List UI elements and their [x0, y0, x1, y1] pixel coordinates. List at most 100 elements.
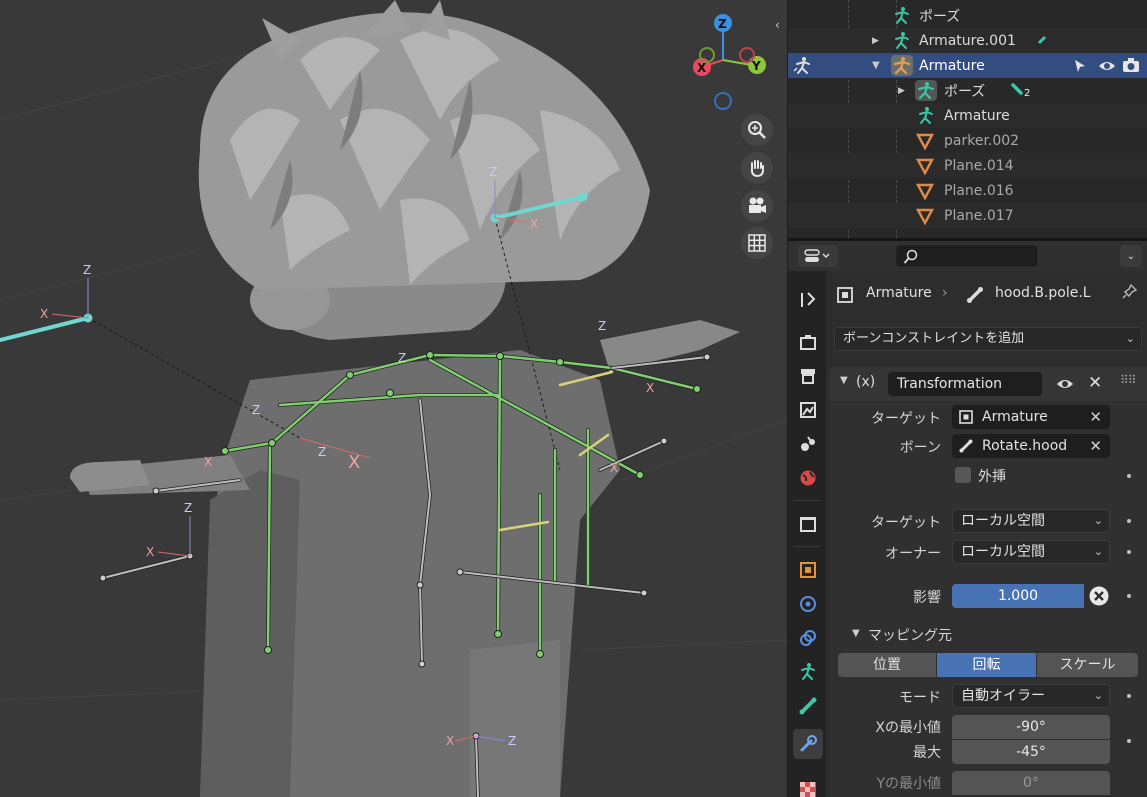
- outliner-row[interactable]: Plane.017: [788, 203, 1147, 228]
- chevron-down-icon[interactable]: ⌄: [1120, 245, 1142, 267]
- animate-property-dot[interactable]: [1127, 694, 1131, 698]
- constraint-body: ターゲット Armature ✕ ボーン Rotate.hood ✕ 外挿 ター…: [830, 401, 1147, 797]
- render-camera-icon[interactable]: [1122, 57, 1140, 74]
- svg-text:Z: Z: [718, 17, 727, 31]
- outliner-row[interactable]: ポーズ: [788, 3, 1147, 28]
- outliner-row[interactable]: Plane.016: [788, 178, 1147, 203]
- clear-bone-icon[interactable]: ✕: [1089, 434, 1102, 458]
- extrapolate-checkbox[interactable]: [955, 467, 971, 483]
- animate-property-dot[interactable]: [1127, 474, 1131, 478]
- animate-property-dot[interactable]: [1127, 519, 1131, 523]
- physics-icon: [800, 596, 816, 612]
- outliner-row[interactable]: ▶ Armature.001: [788, 28, 1147, 53]
- 3d-viewport[interactable]: Z Z Z Z Z Z Z Z X X X X X X X X Z X Y ‹: [0, 0, 787, 797]
- bone-constraint-panel: Armature › hood.B.pole.L ボーンコンストレイントを追加 …: [826, 271, 1147, 797]
- animate-property-dot[interactable]: [1127, 739, 1131, 743]
- map-tab-scale[interactable]: スケール: [1037, 653, 1138, 677]
- constraint-name-field[interactable]: Transformation: [888, 372, 1042, 396]
- pose-icon: [895, 7, 909, 24]
- properties-editor[interactable]: ⌄ Armature › hood.B.pole.L ボーンコンストレイントを追…: [788, 241, 1147, 797]
- x-min-field[interactable]: -90°: [952, 715, 1110, 739]
- outliner-row-selected[interactable]: ▼ Armature: [788, 53, 1147, 78]
- outliner[interactable]: ポーズ ▶ Armature.001 ▼ Armature ▶ ポーズ 2 Ar…: [788, 0, 1147, 238]
- influence-slider[interactable]: 1.000: [952, 584, 1084, 608]
- navigation-gizmo[interactable]: Z X Y: [685, 10, 775, 110]
- property-search-input[interactable]: [896, 245, 1038, 267]
- tab-bone[interactable]: [793, 691, 823, 721]
- tab-armature-data[interactable]: [793, 657, 823, 687]
- editor-type-button[interactable]: [798, 245, 838, 267]
- tab-modifier[interactable]: [793, 589, 823, 619]
- bone-icon: [799, 697, 817, 715]
- tab-collection[interactable]: [793, 509, 823, 539]
- hand-icon[interactable]: [741, 152, 773, 184]
- constraint-header[interactable]: ▼ (x) Transformation ✕ ⠿⠿: [830, 367, 1147, 401]
- tab-view-layer[interactable]: [793, 395, 823, 425]
- outliner-label: Armature: [944, 107, 1010, 124]
- disable-keep-transform-icon[interactable]: [1088, 585, 1110, 607]
- outliner-row[interactable]: Armature: [788, 103, 1147, 128]
- collapse-arrow-icon[interactable]: ▼: [852, 628, 860, 639]
- grid-icon[interactable]: [741, 227, 773, 259]
- svg-text:X: X: [446, 734, 454, 748]
- add-constraint-label: ボーンコンストレイントを追加: [843, 331, 1025, 346]
- target-space-label: ターゲット: [871, 515, 941, 531]
- target-field[interactable]: Armature ✕: [952, 405, 1110, 429]
- world-icon: [800, 470, 816, 486]
- tool-icon: [801, 292, 816, 307]
- y-min-field[interactable]: 0°: [952, 771, 1110, 795]
- close-icon[interactable]: ✕: [1088, 373, 1102, 393]
- map-tab-rotation[interactable]: 回転: [937, 653, 1036, 677]
- tab-render[interactable]: [793, 327, 823, 357]
- svg-text:X: X: [530, 217, 538, 231]
- tab-scene[interactable]: [793, 429, 823, 459]
- object-constraint-icon: [800, 630, 816, 646]
- eye-icon[interactable]: [1056, 377, 1074, 391]
- pin-icon[interactable]: [1122, 283, 1138, 301]
- drag-handle-icon[interactable]: ⠿⠿: [1120, 373, 1137, 387]
- tab-object-constraint[interactable]: [793, 623, 823, 653]
- chevron-down-icon: ⌄: [1093, 514, 1103, 527]
- outliner-row[interactable]: Plane.014: [788, 153, 1147, 178]
- add-bone-constraint-dropdown[interactable]: ボーンコンストレイントを追加 ⌄: [834, 327, 1142, 351]
- owner-space-dropdown[interactable]: ローカル空間 ⌄: [952, 540, 1110, 564]
- svg-text:X: X: [697, 61, 707, 75]
- outliner-row[interactable]: parker.002: [788, 128, 1147, 153]
- collapse-arrow-icon[interactable]: ▼: [840, 375, 848, 386]
- collapse-arrow-icon[interactable]: ▼: [872, 60, 880, 71]
- object-icon: [837, 287, 853, 303]
- animate-property-dot[interactable]: [1127, 594, 1131, 598]
- child-count-badge: 2: [1024, 88, 1031, 99]
- select-arrow-icon[interactable]: [1072, 58, 1088, 74]
- viewport-scene: Z Z Z Z Z Z Z Z X X X X X X X X: [0, 0, 787, 797]
- tab-texture[interactable]: [793, 775, 823, 797]
- tab-output[interactable]: [793, 361, 823, 391]
- tab-object[interactable]: [793, 555, 823, 585]
- pose-mode-icon[interactable]: [792, 56, 814, 76]
- expand-arrow-icon[interactable]: ▶: [872, 36, 879, 46]
- mesh-icon: [916, 158, 934, 175]
- influence-label: 影響: [913, 590, 941, 606]
- outliner-label: parker.002: [944, 132, 1020, 149]
- tab-world[interactable]: [793, 463, 823, 493]
- svg-text:Z: Z: [83, 263, 91, 277]
- x-max-field[interactable]: -45°: [952, 740, 1110, 764]
- mapping-from-header[interactable]: マッピング元: [868, 625, 952, 645]
- map-tab-location[interactable]: 位置: [838, 653, 936, 677]
- eye-icon[interactable]: [1098, 58, 1116, 74]
- chevron-left-icon[interactable]: ‹: [775, 18, 785, 34]
- camera-icon[interactable]: [741, 190, 773, 222]
- outliner-row[interactable]: ▶ ポーズ 2: [788, 78, 1147, 103]
- tab-bone-constraint[interactable]: [793, 729, 823, 759]
- target-space-dropdown[interactable]: ローカル空間 ⌄: [952, 509, 1110, 533]
- zoom-icon[interactable]: [741, 114, 773, 146]
- texture-icon: [800, 782, 816, 797]
- rotation-mode-dropdown[interactable]: 自動オイラー ⌄: [952, 684, 1110, 708]
- view-layer-icon: [800, 402, 816, 418]
- search-icon: [903, 249, 918, 264]
- clear-target-icon[interactable]: ✕: [1089, 405, 1102, 429]
- tab-tool[interactable]: [793, 285, 823, 315]
- expand-arrow-icon[interactable]: ▶: [898, 86, 905, 96]
- animate-property-dot[interactable]: [1127, 550, 1131, 554]
- bone-field[interactable]: Rotate.hood ✕: [952, 434, 1110, 458]
